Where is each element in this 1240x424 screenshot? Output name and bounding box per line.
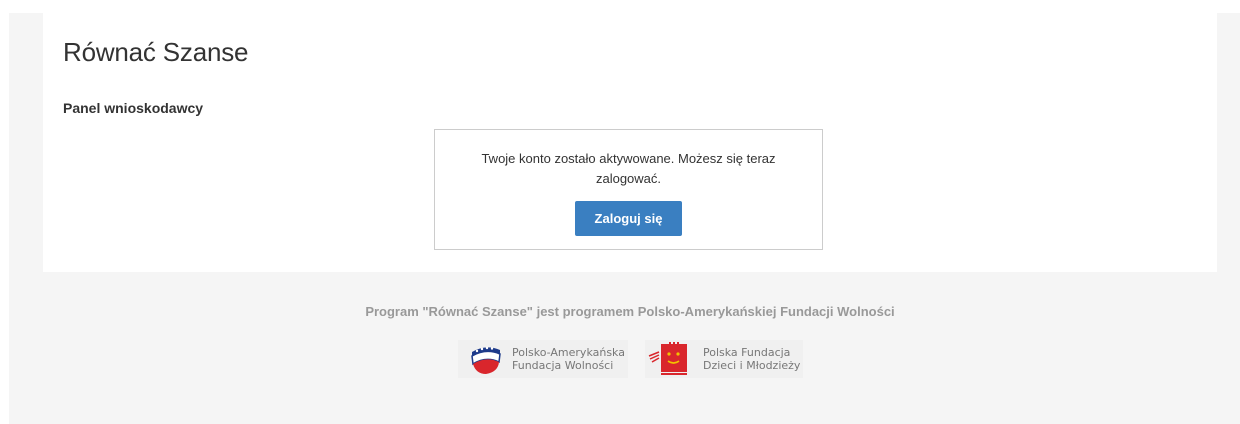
pfdim-logo-icon xyxy=(648,342,687,375)
main-card: Równać Szanse Panel wnioskodawcy Twoje k… xyxy=(43,13,1217,272)
pfdim-logo-link[interactable]: Polska Fundacja Dzieci i Młodzieży xyxy=(645,340,803,378)
activation-message: Twoje konto zostało aktywowane. Możesz s… xyxy=(481,151,776,186)
pafw-logo-line2: Fundacja Wolności xyxy=(512,359,614,372)
pafw-logo-line1: Polsko-Amerykańska xyxy=(512,346,625,359)
pafw-logo-icon xyxy=(471,346,501,374)
pfdim-logo-line2: Dzieci i Młodzieży xyxy=(703,359,801,372)
login-button[interactable]: Zaloguj się xyxy=(575,201,682,236)
pfdim-logo-line1: Polska Fundacja xyxy=(703,346,791,359)
footer-program-text: Program "Równać Szanse" jest programem P… xyxy=(365,304,895,319)
site-title: Równać Szanse xyxy=(63,37,249,67)
activation-box: Twoje konto zostało aktywowane. Możesz s… xyxy=(434,129,823,250)
pafw-logo-link[interactable]: Polsko-Amerykańska Fundacja Wolności xyxy=(458,340,628,378)
panel-title: Panel wnioskodawcy xyxy=(63,100,204,116)
